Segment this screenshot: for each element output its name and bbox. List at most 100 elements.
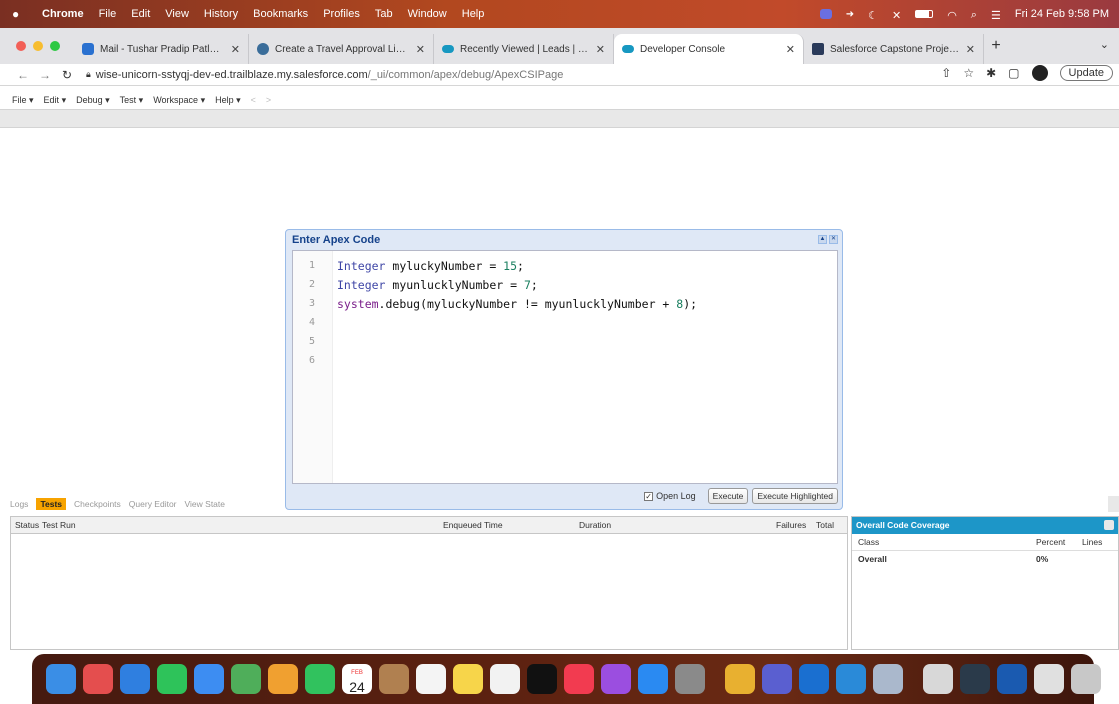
launchpad-icon[interactable] — [83, 664, 113, 694]
menu-window[interactable]: Window — [408, 8, 447, 20]
col-lines[interactable]: Lines — [1082, 537, 1102, 547]
new-tab-button[interactable]: + — [984, 37, 1008, 55]
outlook-icon[interactable] — [799, 664, 829, 694]
col-class[interactable]: Class — [858, 537, 879, 547]
bookmark-star-icon[interactable]: ☆ — [963, 66, 974, 80]
panel-collapse-handle[interactable] — [1108, 496, 1119, 512]
menu-help[interactable]: Help — [462, 8, 485, 20]
preview-icon[interactable] — [873, 664, 903, 694]
freeform-icon[interactable] — [490, 664, 520, 694]
menu-file[interactable]: File — [99, 8, 117, 20]
facetime-icon[interactable] — [305, 664, 335, 694]
music-icon[interactable] — [564, 664, 594, 694]
menu-profiles[interactable]: Profiles — [323, 8, 360, 20]
share-icon[interactable]: ⇧ — [941, 66, 951, 80]
code-line[interactable]: Integer myluckyNumber = 15; — [337, 259, 524, 273]
photos-icon[interactable] — [268, 664, 298, 694]
dc-menu-edit[interactable]: Edit ▾ — [44, 95, 67, 106]
tab-logs[interactable]: Logs — [10, 499, 28, 509]
close-tab-icon[interactable]: ✕ — [596, 43, 605, 56]
close-window-button[interactable] — [16, 41, 26, 51]
dc-nav-forward-icon[interactable]: > — [266, 95, 271, 105]
close-tab-icon[interactable]: ✕ — [966, 43, 975, 56]
col-total[interactable]: Total — [816, 520, 834, 530]
code-line[interactable]: Integer myunlucklyNumber = 7; — [337, 278, 538, 292]
reminders-icon[interactable] — [416, 664, 446, 694]
finder-icon[interactable] — [46, 664, 76, 694]
menu-history[interactable]: History — [204, 8, 238, 20]
podcasts-icon[interactable] — [601, 664, 631, 694]
col-enqueued-time[interactable]: Enqueued Time — [443, 520, 503, 530]
close-icon[interactable]: ✕ — [829, 235, 838, 244]
execute-highlighted-button[interactable]: Execute Highlighted — [752, 488, 838, 504]
reload-button[interactable]: ↻ — [56, 68, 78, 82]
menu-tab[interactable]: Tab — [375, 8, 393, 20]
spotlight-search-icon[interactable]: ⌕ — [971, 9, 977, 21]
maps-icon[interactable] — [231, 664, 261, 694]
col-failures[interactable]: Failures — [776, 520, 806, 530]
col-test-run[interactable]: Test Run — [42, 520, 76, 530]
app-store-icon[interactable] — [638, 664, 668, 694]
open-log-checkbox[interactable]: ✓ Open Log — [644, 491, 696, 501]
browser-tab-active[interactable]: Developer Console ✕ — [614, 34, 804, 64]
url-field[interactable]: 🔒︎ wise-unicorn-sstyqj-dev-ed.trailblaze… — [86, 69, 563, 81]
teams-icon[interactable] — [762, 664, 792, 694]
dc-nav-back-icon[interactable]: < — [251, 95, 256, 105]
bluetooth-icon[interactable]: ✕ — [892, 9, 901, 22]
col-duration[interactable]: Duration — [579, 520, 611, 530]
extensions-icon[interactable]: ✱ — [986, 66, 996, 80]
back-button[interactable]: ← — [12, 68, 34, 82]
tab-view-state[interactable]: View State — [185, 499, 225, 509]
menu-view[interactable]: View — [165, 8, 189, 20]
chrome-icon[interactable] — [725, 664, 755, 694]
close-tab-icon[interactable]: ✕ — [786, 43, 795, 56]
menu-bookmarks[interactable]: Bookmarks — [253, 8, 308, 20]
apex-code-editor[interactable]: 1 Integer myluckyNumber = 15; 2 Integer myu… — [292, 250, 838, 484]
table-row[interactable]: Overall 0% — [852, 551, 1118, 566]
downloads-icon[interactable] — [923, 664, 953, 694]
vscode-icon[interactable] — [836, 664, 866, 694]
wifi-icon[interactable]: ◠ — [947, 9, 957, 22]
dc-menu-file[interactable]: File ▾ — [12, 95, 34, 106]
update-button[interactable]: Update — [1059, 65, 1113, 81]
dc-menu-workspace[interactable]: Workspace ▾ — [153, 95, 205, 106]
minimize-window-button[interactable] — [33, 41, 43, 51]
checkbox-icon[interactable]: ✓ — [644, 491, 654, 501]
tab-tests[interactable]: Tests — [36, 498, 67, 510]
dc-menu-debug[interactable]: Debug ▾ — [76, 95, 110, 106]
col-percent[interactable]: Percent — [1036, 537, 1065, 547]
close-tab-icon[interactable]: ✕ — [416, 43, 425, 56]
arrow-icon[interactable]: ➜ — [846, 9, 854, 20]
close-tab-icon[interactable]: ✕ — [231, 43, 240, 56]
system-settings-icon[interactable] — [675, 664, 705, 694]
forward-button[interactable]: → — [34, 68, 56, 82]
menubar-clock[interactable]: Fri 24 Feb 9:58 PM — [1015, 8, 1109, 20]
maximize-icon[interactable]: ▲ — [818, 235, 827, 244]
tab-search-chevron-icon[interactable]: ⌄ — [1100, 38, 1109, 51]
browser-tab[interactable]: Mail - Tushar Pradip Patle - Ou ✕ — [74, 34, 249, 64]
window-thumbnail-icon[interactable] — [960, 664, 990, 694]
trash-icon[interactable] — [1071, 664, 1101, 694]
contacts-icon[interactable] — [379, 664, 409, 694]
moon-icon[interactable]: ☾ — [868, 9, 878, 22]
menu-chrome[interactable]: Chrome — [42, 8, 84, 20]
menu-edit[interactable]: Edit — [131, 8, 150, 20]
window-thumbnail-icon[interactable] — [997, 664, 1027, 694]
dc-menu-test[interactable]: Test ▾ — [120, 95, 144, 106]
execute-button[interactable]: Execute — [707, 488, 749, 504]
maximize-window-button[interactable] — [50, 41, 60, 51]
mail-icon[interactable] — [194, 664, 224, 694]
col-status[interactable]: Status — [15, 520, 39, 530]
battery-icon[interactable] — [915, 10, 934, 18]
tab-checkpoints[interactable]: Checkpoints — [74, 499, 121, 509]
safari-icon[interactable] — [120, 664, 150, 694]
apple-menu-icon[interactable]: ● — [12, 7, 30, 21]
messages-icon[interactable] — [157, 664, 187, 694]
dc-menu-help[interactable]: Help ▾ — [215, 95, 241, 106]
tv-icon[interactable] — [527, 664, 557, 694]
browser-tab[interactable]: Recently Viewed | Leads | Sale ✕ — [434, 34, 614, 64]
collapse-icon[interactable] — [1104, 520, 1114, 530]
calendar-icon[interactable]: FEB 24 — [342, 664, 372, 694]
tab-query-editor[interactable]: Query Editor — [129, 499, 177, 509]
profile-avatar[interactable] — [1031, 65, 1048, 81]
